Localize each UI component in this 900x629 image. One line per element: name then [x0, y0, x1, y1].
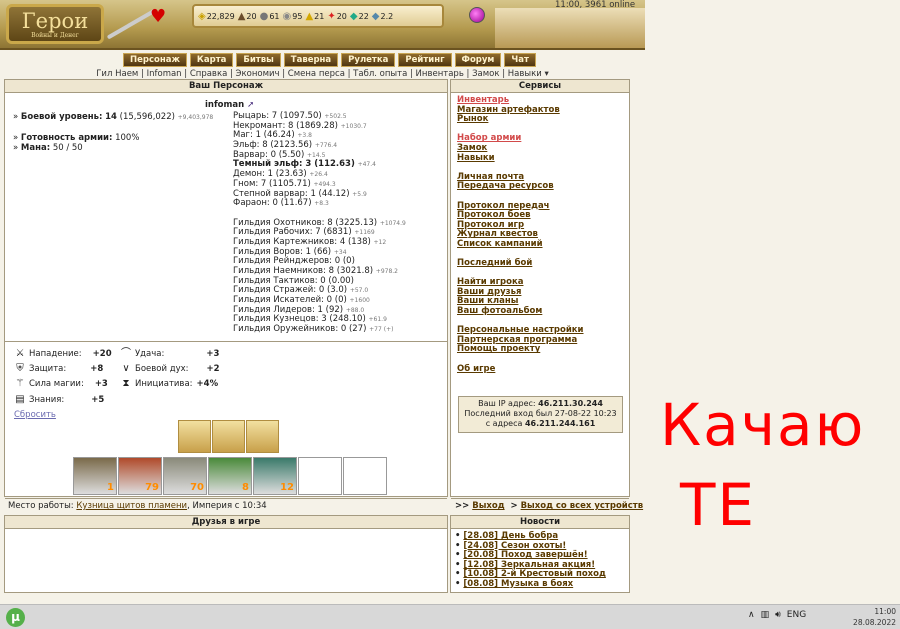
services-panel: Сервисы Инвентарь Магазин артефактов Рынок… — [450, 79, 643, 511]
character-panel: Ваш Персонаж infoman ➚ » Боевой уровень:… — [4, 79, 448, 511]
skill-row: Фараон: 0 (11.67) +8.3 — [233, 198, 329, 209]
race-skills-list: Рыцарь: 7 (1097.50) +502.5 Некромант: 8 (… — [233, 111, 406, 335]
army-slot[interactable] — [298, 457, 342, 495]
panel-header: Ваш Персонаж — [5, 80, 447, 93]
resources-bar: ◈ 22,829 ▲ 20 ● 61 ◉ 95 ▲ 21 ✦ 20 ◆ 22 ◆ 2.2 — [192, 4, 444, 28]
nav-button[interactable]: Карта — [189, 53, 234, 67]
news-list: • [28.08] День бобра • [24.08] Сезон охот… — [451, 529, 629, 593]
sulfur-icon: ▲ — [305, 10, 314, 22]
volume-icon[interactable]: 🔊︎ — [775, 610, 781, 620]
army-slot[interactable]: 8 — [208, 457, 252, 495]
gems-icon: ◆ — [349, 10, 358, 22]
services-list: Инвентарь Магазин артефактов Рынок Набор ар… — [451, 93, 629, 387]
resource-sulfur: ▲ 21 — [305, 10, 325, 22]
service-link[interactable]: Об игре — [457, 364, 623, 375]
news-panel: Новости • [28.08] День бобра • [24.08] Се… — [450, 515, 630, 593]
service-link[interactable]: Ваш фотоальбом — [457, 306, 623, 317]
handwritten-annotation: Качаю ТЕ — [660, 391, 866, 539]
artifact-amulet[interactable] — [212, 420, 245, 453]
service-link[interactable]: Последний бой — [457, 258, 623, 269]
army-slot[interactable] — [343, 457, 387, 495]
gold-icon: ◈ — [198, 10, 206, 22]
mana-flask-icon[interactable] — [469, 7, 485, 23]
character-stats: » Боевой уровень: 14 (15,596,022) +9,403… — [13, 112, 214, 153]
server-status: 11:00, 3961 online — [555, 0, 636, 10]
utorrent-icon[interactable]: µ — [6, 608, 25, 627]
friends-panel: Друзья в игре — [4, 515, 448, 593]
main-nav: Персонаж Карта Битвы Таверна Рулетка Рейтинг Ф… — [123, 53, 536, 67]
race-icon: ➚ — [247, 100, 255, 110]
service-link[interactable]: Передача ресурсов — [457, 182, 623, 192]
news-item[interactable]: • [08.08] Музыка в боях — [455, 579, 625, 590]
logout-all-link[interactable]: Выход со всех устройств — [521, 501, 644, 511]
service-link[interactable]: Список кампаний — [457, 239, 623, 250]
chevron-up-icon[interactable]: ∧ — [748, 610, 755, 620]
resource-crystal: ✦ 20 — [327, 10, 347, 22]
crystal-icon: ✦ — [327, 10, 336, 22]
ip-info-box: Ваш IP адрес: 46.211.30.244 Последний вх… — [458, 396, 623, 433]
heart-icon[interactable]: ♥ — [150, 6, 166, 27]
army-slot[interactable]: 1 — [73, 457, 117, 495]
skill-row: Гильдия Оружейников: 0 (27) +77 (+) — [233, 324, 394, 335]
network-icon[interactable]: ▥ — [761, 610, 770, 620]
nav-button[interactable]: Рейтинг — [398, 53, 452, 67]
shield-icon: ⛨ — [16, 363, 24, 374]
service-link[interactable]: Помощь проекту — [457, 345, 623, 355]
resource-mercury: ◉ 95 — [282, 10, 303, 22]
nav-button[interactable]: Таверна — [283, 53, 339, 67]
work-place-link[interactable]: Кузница щитов пламени — [76, 501, 187, 511]
character-name[interactable]: infoman ➚ — [205, 100, 254, 110]
artifact-sword[interactable] — [178, 420, 211, 453]
resource-ore: ● 61 — [259, 10, 280, 22]
nav-button[interactable]: Битвы — [236, 53, 281, 67]
panel-header: Новости — [451, 516, 629, 529]
nav-button[interactable]: Рулетка — [341, 53, 396, 67]
panel-header: Сервисы — [451, 80, 629, 93]
game-header: Герои Войны и Денег ♥ ◈ 22,829 ▲ 20 ● 61 ◉ 95 ▲ 21… — [0, 0, 900, 79]
ore-icon: ● — [259, 10, 269, 22]
panel-header: Друзья в игре — [5, 516, 447, 529]
system-tray: ∧ ▥ 🔊︎ ENG — [748, 610, 806, 620]
book-icon: ▤ — [15, 394, 25, 405]
taskbar-clock[interactable]: 11:00 28.08.2022 — [853, 606, 896, 628]
resource-diamond: ◆ 2.2 — [371, 10, 394, 22]
service-link[interactable]: Рынок — [457, 115, 623, 125]
army-slot[interactable]: 70 — [163, 457, 207, 495]
mercury-icon: ◉ — [282, 10, 292, 22]
work-place-line: Место работы: Кузница щитов пламени, Имп… — [8, 501, 267, 511]
swords-icon: ⚔ — [15, 348, 25, 359]
diamond-icon: ◆ — [371, 10, 380, 22]
resource-wood: ▲ 20 — [237, 10, 257, 22]
logout-link[interactable]: Выход — [472, 501, 504, 511]
nav-button[interactable]: Персонаж — [123, 53, 187, 67]
language-indicator[interactable]: ENG — [787, 610, 806, 620]
wings-icon: ∨ — [122, 363, 130, 374]
castle-banner — [495, 8, 645, 48]
artifact-horse[interactable] — [246, 420, 279, 453]
wood-icon: ▲ — [237, 10, 246, 22]
army-slot[interactable]: 79 — [118, 457, 162, 495]
logout-line: >> Выход > Выход со всех устройств — [455, 501, 644, 511]
resource-gold: ◈ 22,829 — [198, 10, 235, 22]
windows-taskbar: µ ∧ ▥ 🔊︎ ENG 11:00 28.08.2022 — [0, 604, 900, 629]
army-slot[interactable]: 12 — [253, 457, 297, 495]
sub-menu[interactable]: Гил Наем | Infoman | Справка | Экономич … — [0, 69, 645, 79]
service-link[interactable]: Навыки — [457, 153, 623, 164]
game-logo[interactable]: Герои Войны и Денег — [6, 4, 104, 44]
wand-icon: ⚚ — [15, 378, 25, 389]
nav-button[interactable]: Форум — [454, 53, 502, 67]
resource-gems: ◆ 22 — [349, 10, 369, 22]
nav-button[interactable]: Чат — [504, 53, 536, 67]
hourglass-icon: ⧗ — [122, 378, 130, 389]
army-slots: 1 79 70 8 12 — [73, 457, 387, 495]
rainbow-icon: ⌒ — [121, 348, 131, 359]
reset-link[interactable]: Сбросить — [14, 409, 56, 421]
